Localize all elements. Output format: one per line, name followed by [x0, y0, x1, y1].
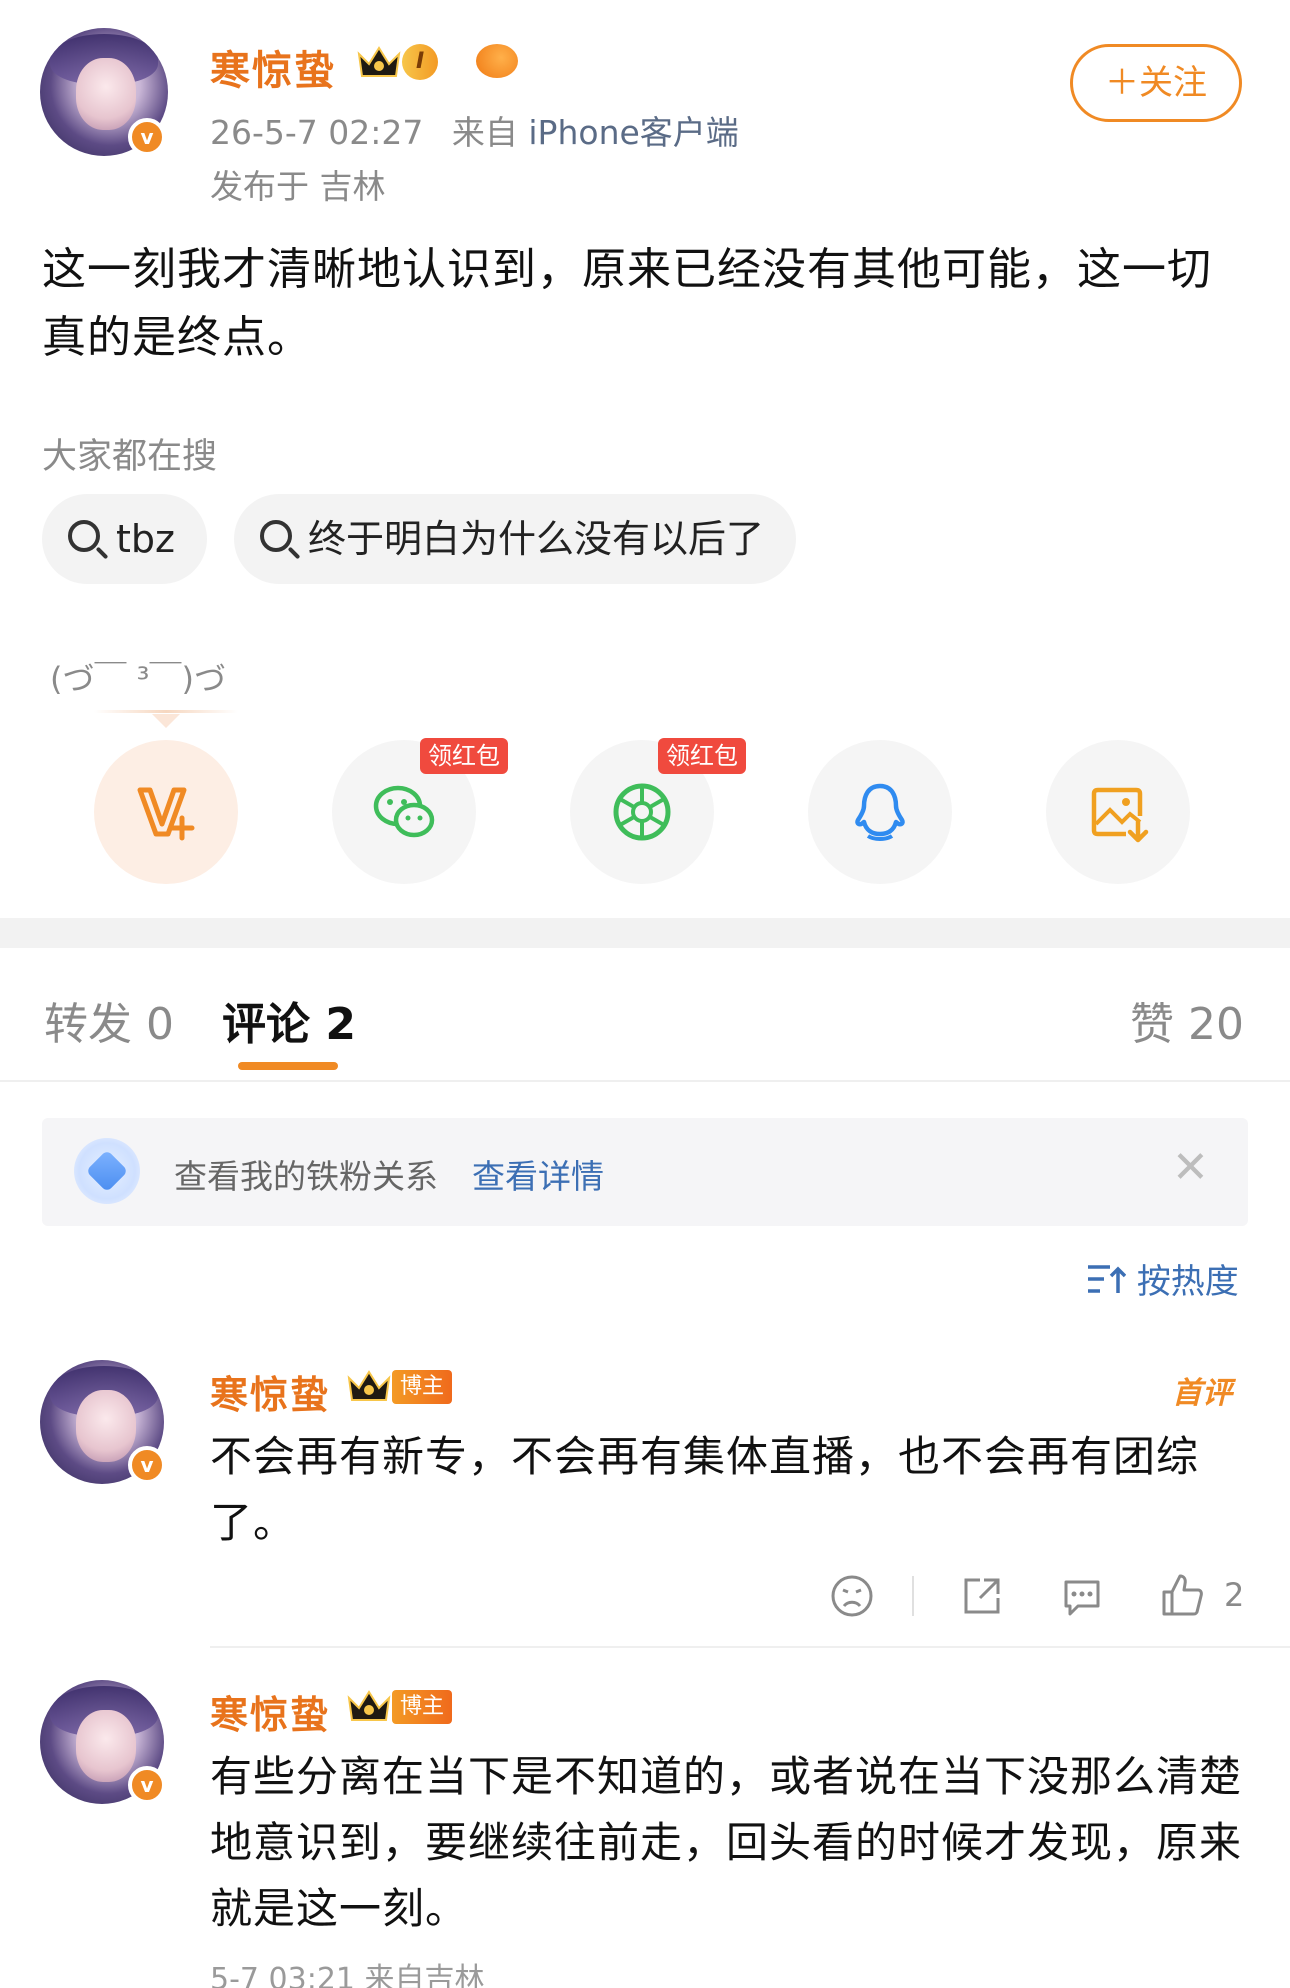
moments-icon — [613, 783, 671, 841]
post-meta: 26-5-7 02:27 来自 iPhone客户端 — [210, 106, 739, 154]
verified-badge-icon: v — [128, 118, 166, 156]
post-timestamp: 26-5-7 02:27 — [210, 113, 424, 152]
comment-text: 有些分离在当下是不知道的，或者说在当下没那么清楚地意识到，要继续往前走，回头看的… — [210, 1752, 1243, 1933]
author-badge: 博主 — [392, 1690, 453, 1724]
diamond-icon — [74, 1138, 140, 1204]
hot-search-chip[interactable]: 终于明白为什么没有以后了 — [234, 494, 797, 584]
first-comment-tag: 首评 — [1172, 1376, 1232, 1411]
share-icon[interactable] — [960, 1574, 1004, 1618]
sort-icon — [1088, 1265, 1127, 1293]
tab-repost[interactable]: 转发 0 — [44, 988, 174, 1052]
crown-icon — [357, 46, 401, 77]
verified-badge-icon: v — [128, 1446, 166, 1484]
vplus-icon — [137, 787, 195, 841]
avatar-face — [76, 1390, 136, 1462]
sort-label: 按热度 — [1136, 1262, 1239, 1302]
tab-active-indicator — [238, 1062, 338, 1070]
like-count: 2 — [1224, 1576, 1245, 1614]
verified-badge-icon: v — [128, 1766, 166, 1804]
chip-label: tbz — [116, 517, 175, 561]
comment-author[interactable]: 寒惊蛰 — [210, 1684, 330, 1739]
qq-icon — [855, 783, 905, 841]
post-source[interactable]: iPhone客户端 — [528, 113, 738, 152]
redpack-badge: 领红包 — [658, 738, 746, 774]
comment-text: 不会再有新专，不会再有集体直播，也不会再有团综了。 — [210, 1432, 1200, 1547]
like-icon[interactable] — [1160, 1570, 1204, 1618]
kaomoji-underline — [94, 710, 238, 713]
vip-level-badge: I — [402, 44, 439, 80]
post-text: 这一刻我才清晰地认识到，原来已经没有其他可能，这一切真的是终点。 — [42, 244, 1212, 363]
tabs-divider — [0, 1080, 1290, 1082]
dislike-face-icon[interactable] — [830, 1574, 874, 1618]
sort-toggle[interactable]: 按热度 — [1086, 1254, 1239, 1303]
author-badge: 博主 — [392, 1370, 453, 1404]
fan-fish-icon — [476, 44, 518, 78]
banner-text: 查看我的铁粉关系 — [174, 1157, 438, 1196]
hot-search-chip[interactable]: tbz — [42, 494, 207, 584]
close-icon[interactable]: ✕ — [1172, 1142, 1209, 1193]
comment-meta: 5-7 03:21 来自吉林 — [210, 1962, 485, 1988]
save-image-button[interactable] — [1046, 740, 1190, 884]
hot-search-label: 大家都在搜 — [42, 437, 218, 477]
share-qq-button[interactable] — [808, 740, 952, 884]
avatar-face — [76, 1710, 136, 1782]
chip-label: 终于明白为什么没有以后了 — [308, 517, 765, 561]
post-location: 发布于 吉林 — [210, 167, 386, 206]
tab-comments[interactable]: 评论 2 — [222, 988, 356, 1052]
fan-relationship-banner[interactable]: 查看我的铁粉关系 查看详情 ✕ — [42, 1118, 1248, 1226]
pointer-triangle — [152, 714, 180, 728]
comment-actions: 2 — [830, 1570, 1250, 1626]
search-icon — [68, 520, 100, 552]
avatar-face — [76, 58, 136, 130]
kaomoji-text: (づ￣ ³￣)づ — [50, 660, 226, 698]
search-icon — [260, 520, 292, 552]
share-vplus-button[interactable] — [94, 740, 238, 884]
reply-icon[interactable] — [1060, 1574, 1104, 1618]
wechat-icon — [373, 785, 435, 838]
comment-divider — [210, 1646, 1290, 1648]
source-prefix: 来自 — [451, 113, 518, 152]
follow-button[interactable]: ＋关注 — [1070, 44, 1242, 122]
crown-icon — [347, 1370, 391, 1401]
section-divider — [0, 918, 1290, 948]
save-image-icon — [1091, 787, 1149, 843]
comment-author[interactable]: 寒惊蛰 — [210, 1364, 330, 1419]
author-name[interactable]: 寒惊蛰 — [210, 38, 336, 96]
action-separator — [912, 1576, 914, 1616]
banner-link[interactable]: 查看详情 — [472, 1150, 604, 1198]
crown-icon — [347, 1690, 391, 1721]
tab-likes[interactable]: 赞 20 — [1130, 988, 1244, 1052]
redpack-badge: 领红包 — [420, 738, 508, 774]
